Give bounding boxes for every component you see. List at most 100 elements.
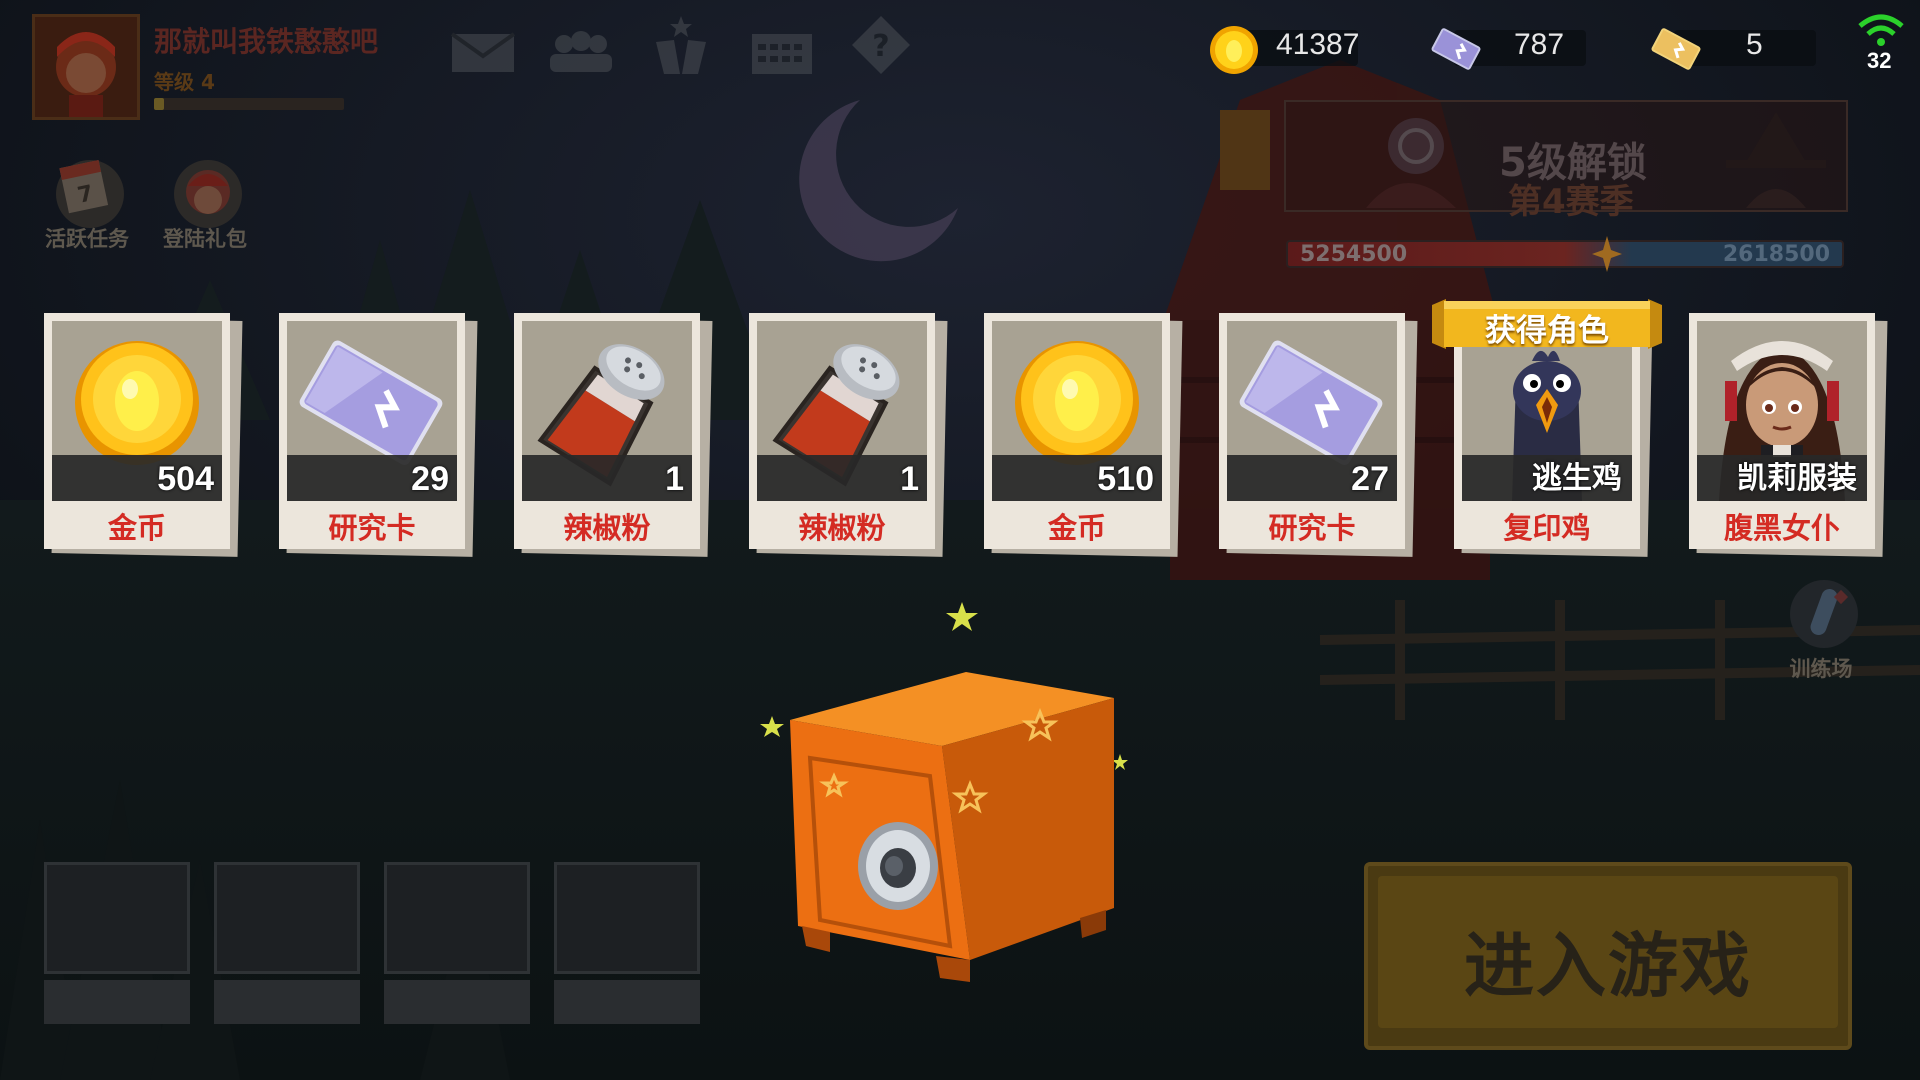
safe-chest[interactable] [770, 660, 1130, 1020]
card-strip: 27 [1227, 455, 1397, 501]
reward-name: 金币 [1047, 511, 1106, 545]
chest-slot[interactable] [384, 862, 530, 1024]
chest-slot-top [214, 862, 360, 974]
outfit-name: 凯莉服装 [1737, 461, 1857, 496]
card-face: 1 辣椒粉 [749, 313, 935, 549]
research-card-currency[interactable]: 787 [1428, 24, 1588, 70]
card-picture: 1 [757, 321, 927, 501]
chest-slot-bottom [384, 980, 530, 1024]
card-face: 凯莉服装 腹黑女仆 [1689, 313, 1875, 549]
card-face: 504 金币 [44, 313, 230, 549]
ticket-currency[interactable]: 5 [1648, 24, 1818, 70]
card-face: 1 辣椒粉 [514, 313, 700, 549]
gold-currency[interactable]: 41387 [1208, 24, 1360, 74]
reward-card[interactable]: 逃生鸡 复印鸡 获得角色 [1432, 299, 1662, 557]
reward-card[interactable]: 1 辣椒粉 [749, 313, 948, 557]
score-divider-spark-icon [1592, 236, 1622, 272]
card-face: 27 研究卡 [1219, 313, 1405, 549]
login-gift-character-icon [174, 160, 242, 228]
training-button[interactable]: 训练场 [1766, 574, 1876, 683]
daily-task-calendar-icon: 7 [56, 159, 124, 228]
chest-slot[interactable] [554, 862, 700, 1024]
chest-slot[interactable] [214, 862, 360, 1024]
card-strip: 504 [52, 455, 222, 501]
signal-value: 32 [1867, 48, 1892, 73]
card-picture: 504 [52, 321, 222, 501]
help-icon[interactable]: ? [850, 14, 912, 80]
training-label: 训练场 [1789, 657, 1853, 681]
gold-currency-value: 41387 [1276, 28, 1360, 61]
calendar-icon[interactable] [750, 28, 814, 80]
season-banner[interactable]: 5级解锁 第4赛季 [1284, 100, 1848, 222]
card-picture: 27 [1227, 321, 1397, 501]
reward-card[interactable]: 510 金币 [984, 313, 1183, 557]
login-gift-button[interactable]: 登陆礼包 [150, 150, 260, 253]
reward-count: 1 [665, 460, 684, 498]
card-face: 29 研究卡 [279, 313, 465, 549]
score-left-value: 5254500 [1300, 242, 1408, 267]
reward-count: 1 [900, 460, 919, 498]
chest-slot-top [384, 862, 530, 974]
ranking-icon[interactable] [650, 14, 712, 80]
reward-name: 研究卡 [1268, 511, 1356, 545]
reward-name: 复印鸡 [1503, 511, 1591, 545]
enter-game-button[interactable]: 进入游戏 [1364, 862, 1852, 1050]
xp-progress-fill [154, 98, 164, 110]
chest-slot-bottom [554, 980, 700, 1024]
reward-card[interactable]: 27 研究卡 [1219, 313, 1418, 557]
training-flask-icon [1790, 580, 1858, 648]
daily-tasks-label: 活跃任务 [45, 227, 129, 251]
reward-count: 29 [411, 460, 449, 498]
reward-card[interactable]: 29 研究卡 [279, 313, 478, 557]
reward-name: 辣椒粉 [563, 511, 651, 545]
card-picture: 29 [287, 321, 457, 501]
chest-slot-top [554, 862, 700, 974]
reward-count: 504 [157, 460, 214, 498]
player-name: 那就叫我铁憨憨吧 [154, 25, 379, 58]
chest-slot[interactable] [44, 862, 190, 1024]
research-card-currency-value: 787 [1514, 28, 1565, 61]
season-number-text: 第4赛季 [1508, 182, 1634, 222]
reward-name: 腹黑女仆 [1723, 511, 1840, 545]
ticket-icon [1651, 28, 1701, 70]
card-strip: 逃生鸡 [1462, 455, 1632, 501]
card-strip: 1 [757, 455, 927, 501]
reward-count: 510 [1097, 460, 1154, 498]
daily-tasks-button[interactable]: 7 活跃任务 [32, 150, 142, 253]
chest-slot-top [44, 862, 190, 974]
season-character-art [1366, 118, 1456, 208]
reward-card[interactable]: 凯莉服装 腹黑女仆 [1689, 313, 1888, 557]
friends-icon[interactable] [546, 28, 616, 78]
research-card-icon [1431, 28, 1481, 70]
card-picture: 1 [522, 321, 692, 501]
wifi-signal-icon [1858, 14, 1904, 46]
enter-game-label: 进入游戏 [1464, 925, 1752, 1007]
reward-count: 27 [1351, 460, 1389, 498]
mail-icon[interactable] [450, 28, 516, 78]
login-gift-label: 登陆礼包 [163, 227, 247, 251]
reward-card[interactable]: 504 金币 [44, 313, 243, 557]
chest-slot-bottom [44, 980, 190, 1024]
svg-text:?: ? [872, 29, 889, 64]
player-level: 等级 4 [154, 70, 215, 94]
card-picture: 510 [992, 321, 1162, 501]
card-strip: 29 [287, 455, 457, 501]
player-avatar[interactable] [32, 14, 140, 120]
character-name: 逃生鸡 [1532, 461, 1622, 496]
card-strip: 1 [522, 455, 692, 501]
gold-coin-icon [1210, 26, 1258, 74]
card-face: 510 金币 [984, 313, 1170, 549]
score-right-value: 2618500 [1722, 242, 1830, 267]
reward-name: 辣椒粉 [798, 511, 886, 545]
season-witch-art [1726, 112, 1826, 208]
obtained-character-text: 获得角色 [1485, 313, 1609, 349]
card-strip: 510 [992, 455, 1162, 501]
chest-slot-bottom [214, 980, 360, 1024]
card-strip: 凯莉服装 [1697, 455, 1867, 501]
season-score-bar: 5254500 2618500 [1286, 236, 1844, 272]
reward-card[interactable]: 1 辣椒粉 [514, 313, 713, 557]
card-picture: 凯莉服装 [1697, 321, 1867, 501]
reward-name: 研究卡 [328, 511, 416, 545]
ticket-currency-value: 5 [1746, 28, 1763, 61]
reward-name: 金币 [107, 511, 166, 545]
